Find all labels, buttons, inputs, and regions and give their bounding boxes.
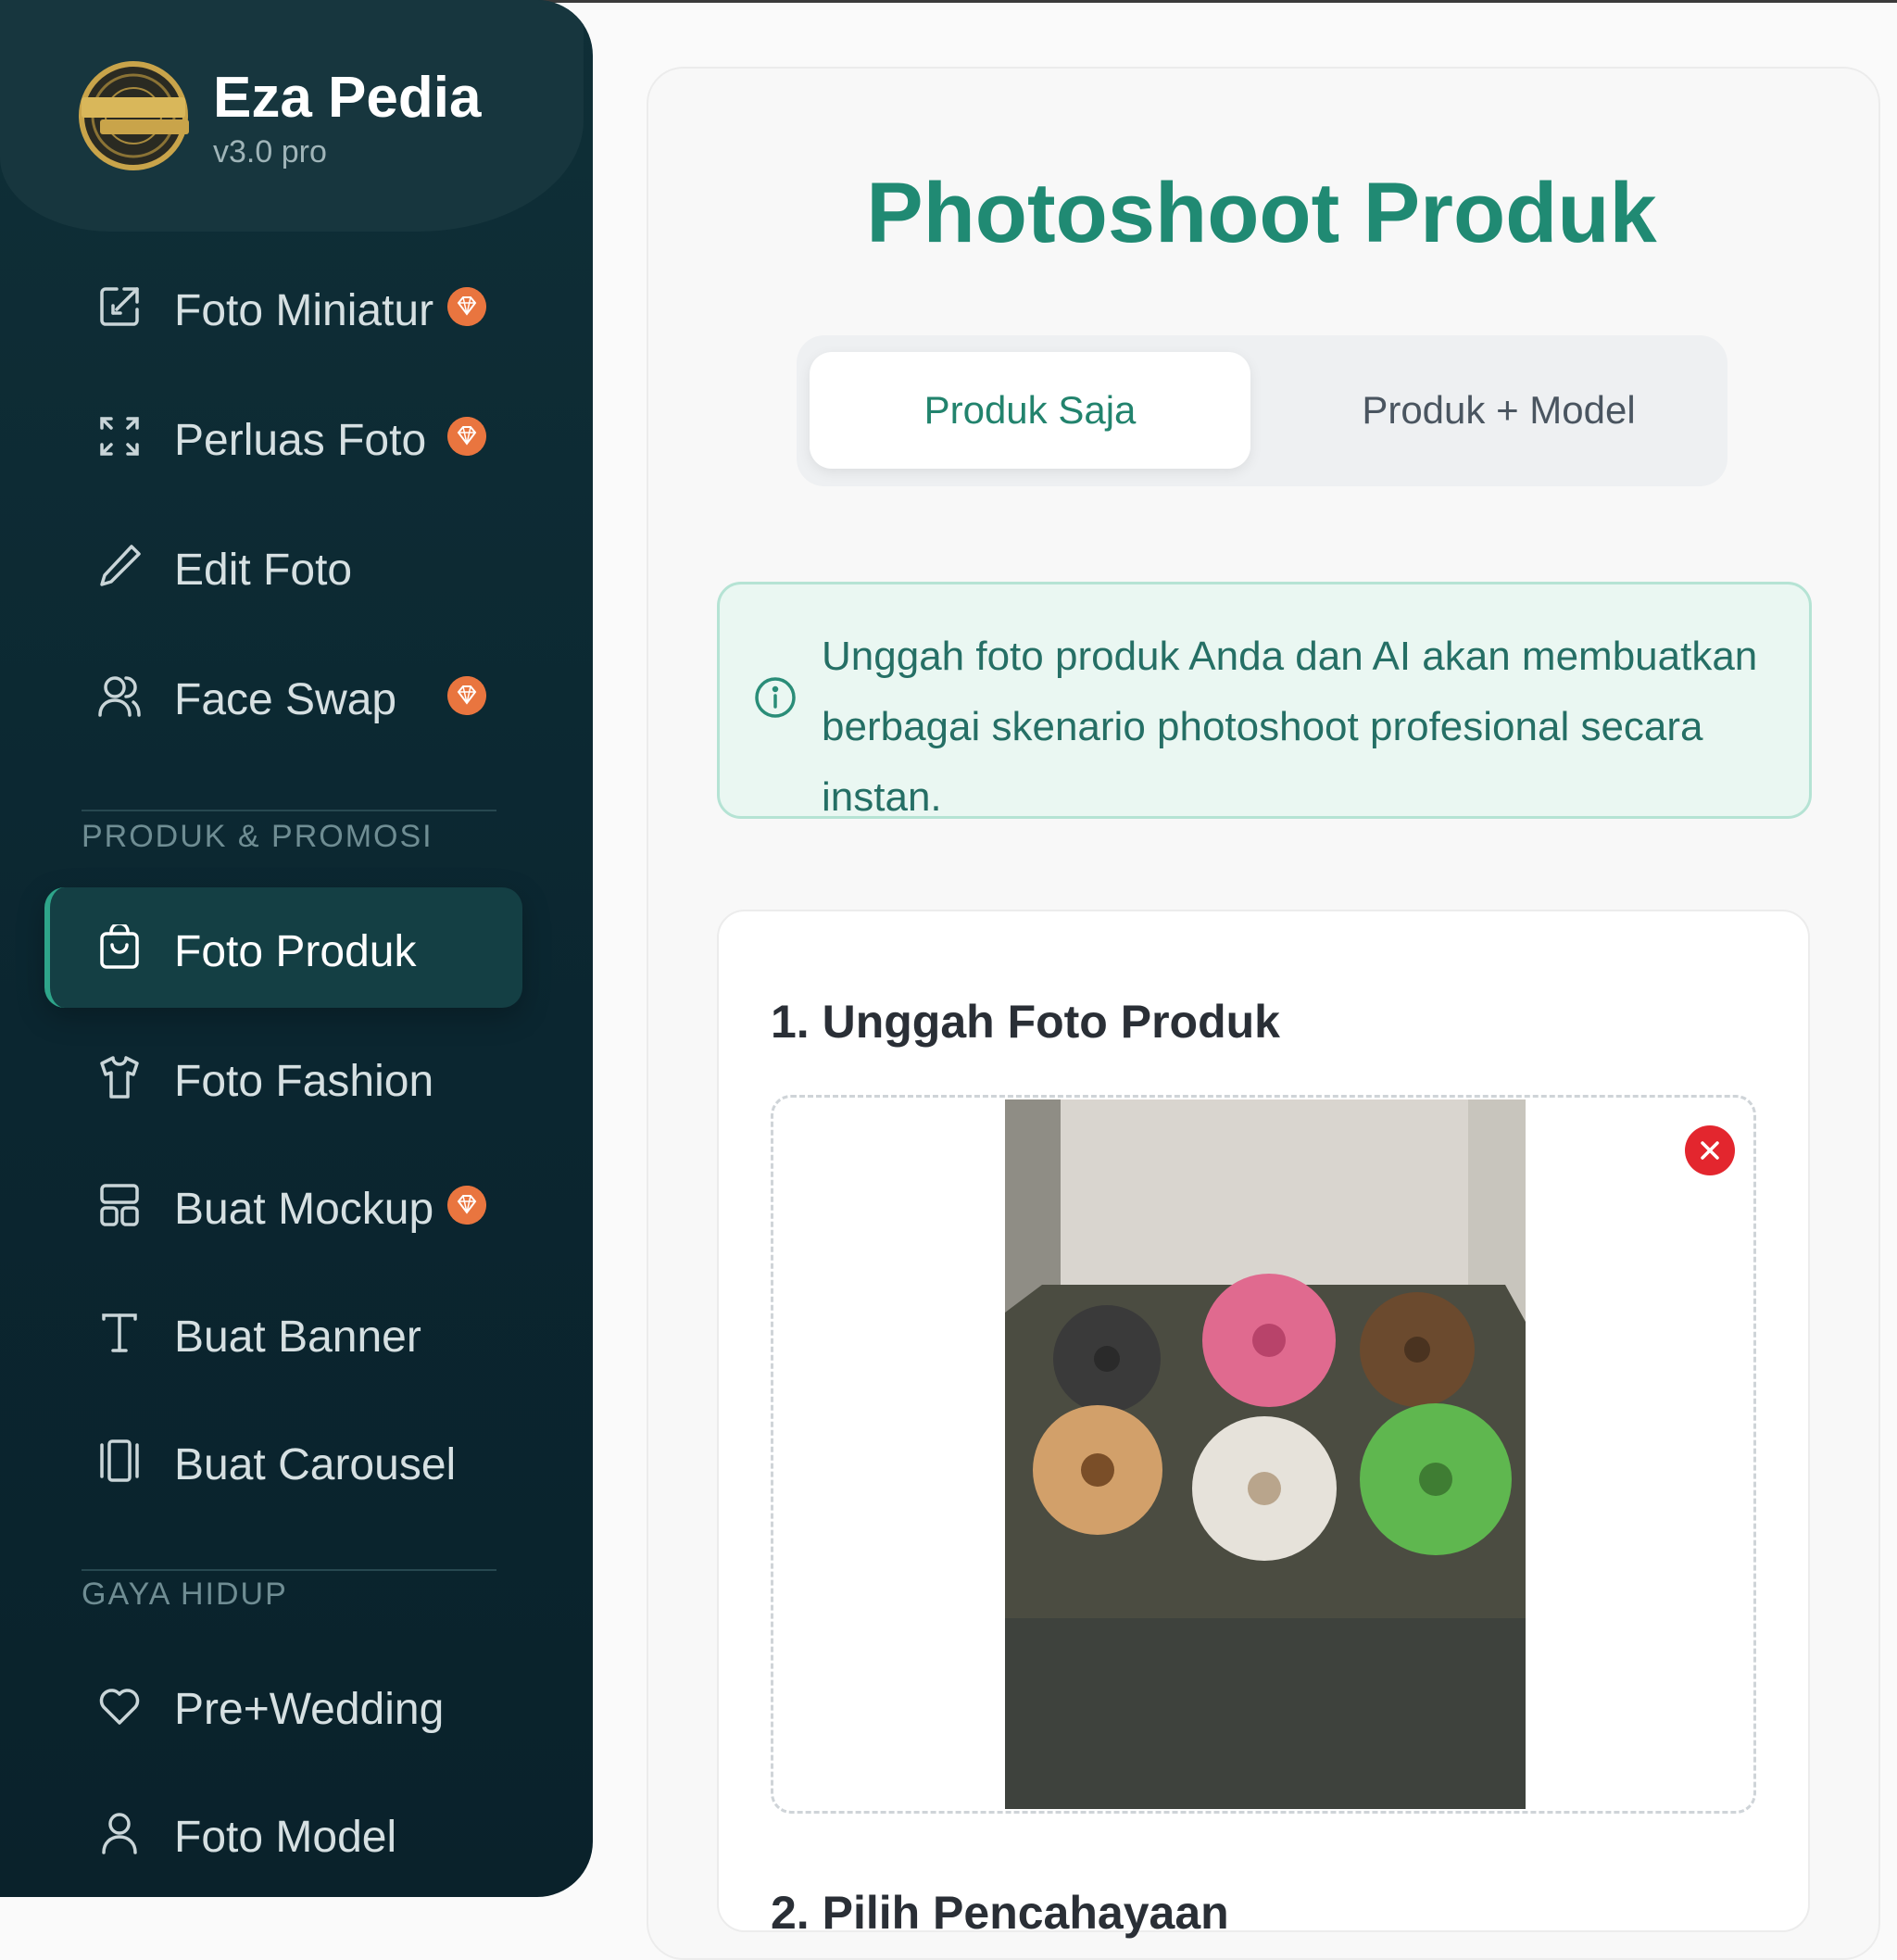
text-icon: [102, 1313, 137, 1352]
sidebar-item-label: Edit Foto: [174, 546, 353, 595]
sidebar-item-edit-foto[interactable]: Edit Foto: [44, 506, 517, 626]
info-line-2: berbagai skenario photoshoot profesional…: [822, 704, 1703, 820]
external-edit-icon: [100, 287, 139, 326]
user-icon: [102, 1813, 137, 1854]
info-line-1: Unggah foto produk Anda dan AI akan memb…: [822, 634, 1758, 679]
sidebar-item-label: Buat Banner: [174, 1313, 421, 1362]
upload-section: 1. Unggah Foto Produk 2. Pilih Pencahaya…: [717, 910, 1810, 1939]
info-icon: [755, 677, 796, 718]
mode-tabs: Produk Saja Produk + Model: [797, 335, 1727, 486]
upload-dropzone[interactable]: [771, 1095, 1756, 1814]
sidebar-item-label: Buat Carousel: [174, 1440, 457, 1489]
tab-produk-model[interactable]: Produk + Model: [1278, 352, 1719, 469]
brand-version: v3.0 pro: [213, 134, 327, 170]
shopping-bag-icon: [100, 924, 139, 969]
sidebar-item-pre-wedding[interactable]: Pre+Wedding: [44, 1645, 517, 1765]
sidebar-item-foto-model[interactable]: Foto Model: [44, 1773, 517, 1893]
sidebar-item-label: Perluas Foto: [174, 416, 427, 465]
sidebar-item-label: Buat Mockup: [174, 1185, 434, 1234]
carousel-icon: [100, 1439, 139, 1482]
sidebar-item-buat-carousel[interactable]: Buat Carousel: [44, 1401, 517, 1521]
layout-icon: [100, 1184, 139, 1226]
remove-image-button[interactable]: [1685, 1125, 1735, 1175]
premium-gem-icon: [447, 417, 486, 456]
tab-produk-saja[interactable]: Produk Saja: [810, 352, 1250, 469]
info-banner: Unggah foto produk Anda dan AI akan memb…: [717, 582, 1812, 820]
sidebar-item-face-swap[interactable]: Face Swap: [44, 635, 517, 756]
sidebar-item-label: Pre+Wedding: [174, 1685, 445, 1734]
info-text: Unggah foto produk Anda dan AI akan memb…: [822, 622, 1766, 833]
step-1-title: 1. Unggah Foto Produk: [771, 996, 1280, 1048]
brand-header: Eza Pedia v3.0 pro: [0, 0, 584, 232]
premium-gem-icon: [447, 1186, 486, 1225]
close-icon: [1701, 1141, 1719, 1160]
page-title: Photoshoot Produk: [866, 166, 1657, 260]
expand-icon: [100, 417, 139, 456]
brand-logo: [79, 61, 189, 170]
sidebar-item-perluas-foto[interactable]: Perluas Foto: [44, 376, 517, 496]
sidebar-item-label: Foto Fashion: [174, 1057, 434, 1106]
sidebar-item-label: Face Swap: [174, 675, 397, 724]
sidebar-item-label: Foto Miniatur: [174, 286, 434, 335]
section-divider: [82, 1569, 496, 1571]
sidebar-item-buat-mockup[interactable]: Buat Mockup: [44, 1145, 517, 1265]
sidebar-item-foto-miniatur[interactable]: Foto Miniatur: [44, 246, 517, 367]
user-swap-icon: [98, 676, 141, 717]
step-2-title: 2. Pilih Pencahayaan: [771, 1887, 1229, 1939]
sidebar-item-foto-produk[interactable]: Foto Produk: [44, 887, 522, 1008]
uploaded-product-image: [1005, 1099, 1526, 1809]
shirt-icon: [100, 1056, 139, 1099]
premium-gem-icon: [447, 676, 486, 715]
pencil-icon: [100, 545, 141, 586]
premium-gem-icon: [447, 287, 486, 326]
heart-icon: [99, 1689, 140, 1725]
sidebar: Eza Pedia v3.0 pro Foto Miniatur Perluas…: [0, 0, 593, 1897]
sidebar-item-foto-fashion[interactable]: Foto Fashion: [44, 1017, 517, 1137]
sidebar-item-buat-banner[interactable]: Buat Banner: [44, 1273, 517, 1393]
section-heading-gaya-hidup: GAYA HIDUP: [82, 1577, 288, 1612]
section-divider: [82, 810, 496, 811]
sidebar-item-label: Foto Model: [174, 1813, 397, 1862]
sidebar-item-label: Foto Produk: [174, 927, 417, 976]
brand-title: Eza Pedia: [213, 66, 482, 130]
section-heading-produk: PRODUK & PROMOSI: [82, 819, 433, 854]
